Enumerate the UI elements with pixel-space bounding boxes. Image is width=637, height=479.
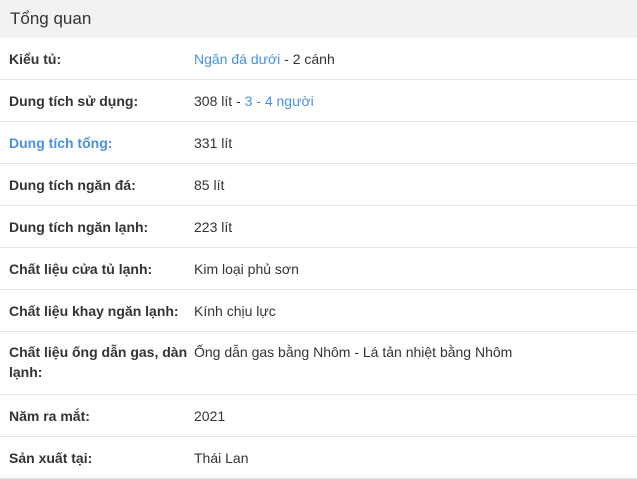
spec-row-tray-material: Chất liệu khay ngăn lạnh: Kính chịu lực	[0, 290, 637, 332]
spec-label: Chất liệu cửa tủ lạnh:	[9, 260, 153, 277]
spec-value: 331 lít	[194, 134, 233, 151]
spec-panel: Tổng quan Kiểu tủ: Ngăn đá dưới - 2 cánh…	[0, 0, 637, 479]
spec-label: Năm ra mắt:	[9, 407, 90, 424]
people-count-link[interactable]: 3 - 4 người	[245, 93, 314, 109]
fridge-type-link[interactable]: Ngăn đá dưới	[194, 51, 280, 67]
section-title: Tổng quan	[0, 0, 637, 38]
spec-value: 223 lít	[194, 218, 233, 235]
spec-row-usable-capacity: Dung tích sử dụng: 308 lít - 3 - 4 người	[0, 80, 637, 122]
spec-label: Dung tích ngăn lạnh:	[9, 218, 149, 235]
usable-capacity-value: 308 lít -	[194, 92, 245, 109]
spec-label: Chất liệu khay ngăn lạnh:	[9, 302, 179, 319]
spec-row-door-material: Chất liệu cửa tủ lạnh: Kim loại phủ sơn	[0, 248, 637, 290]
spec-label: Dung tích ngăn đá:	[9, 176, 136, 193]
spec-value: Thái Lan	[194, 449, 249, 466]
spec-value: 2021	[194, 407, 226, 424]
fridge-type-doors: - 2 cánh	[280, 50, 335, 67]
spec-label: Kiểu tủ:	[9, 50, 62, 67]
spec-value: 85 lít	[194, 176, 225, 193]
total-capacity-link[interactable]: Dung tích tổng:	[0, 133, 194, 153]
spec-label: Sản xuất tại:	[9, 449, 93, 466]
spec-row-fridge-capacity: Dung tích ngăn lạnh: 223 lít	[0, 206, 637, 248]
spec-row-fridge-type: Kiểu tủ: Ngăn đá dưới - 2 cánh	[0, 38, 637, 80]
spec-row-made-in: Sản xuất tại: Thái Lan	[0, 437, 637, 479]
spec-value: Kính chịu lực	[194, 302, 276, 319]
spec-value: Ống dẫn gas bằng Nhôm - Lá tản nhiệt bằn…	[194, 344, 513, 360]
spec-value: Ngăn đá dưới - 2 cánh	[194, 49, 637, 69]
spec-value: 308 lít - 3 - 4 người	[194, 91, 637, 111]
spec-row-total-capacity: Dung tích tổng: 331 lít	[0, 122, 637, 164]
spec-label: Dung tích sử dụng:	[9, 92, 139, 109]
spec-row-gas-pipe-material: Chất liệu ống dẫn gas, dàn lạnh: Ống dẫn…	[0, 332, 637, 395]
spec-row-freezer-capacity: Dung tích ngăn đá: 85 lít	[0, 164, 637, 206]
spec-row-release-year: Năm ra mắt: 2021	[0, 395, 637, 437]
spec-value: Kim loại phủ sơn	[194, 260, 299, 277]
spec-label: Chất liệu ống dẫn gas, dàn lạnh:	[9, 344, 188, 380]
